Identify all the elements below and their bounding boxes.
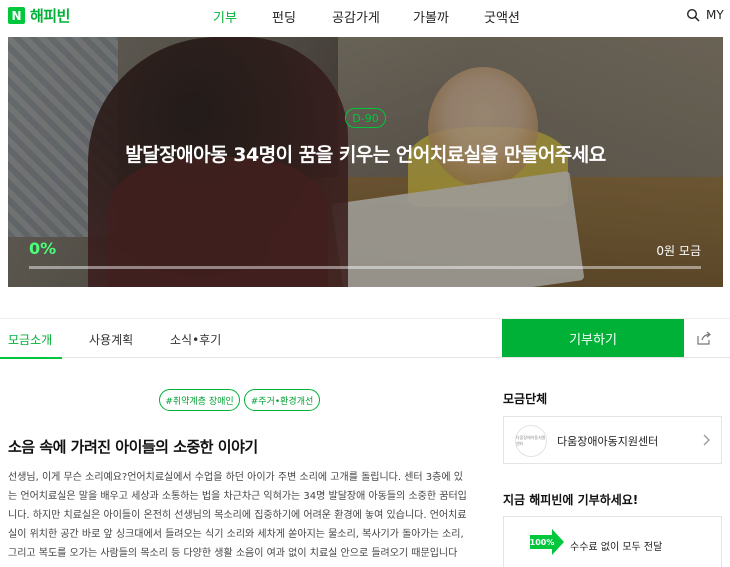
search-icon[interactable] bbox=[686, 8, 700, 22]
my-page-link[interactable]: MY bbox=[706, 8, 724, 22]
dday-badge: D-90 bbox=[345, 108, 386, 128]
share-button[interactable] bbox=[684, 319, 724, 357]
story-line: 실이 위치한 공간 바로 앞 싱크대에서 들려오는 식기 소리와 세차게 쏟아지… bbox=[8, 529, 464, 540]
top-header: N 해피빈 기부 펀딩 공감가게 가볼까 굿액션 MY bbox=[0, 0, 730, 33]
org-heading: 모금단체 bbox=[503, 392, 548, 406]
raised-amount: 0원 모금 bbox=[656, 244, 701, 258]
nav-item-store[interactable]: 공감가게 bbox=[332, 7, 380, 26]
chevron-right-icon bbox=[703, 434, 710, 446]
progress-bar bbox=[29, 266, 701, 269]
nav-item-funding[interactable]: 펀딩 bbox=[272, 7, 296, 26]
logo-text: 해피빈 bbox=[30, 7, 70, 25]
story-line: 니다. 하지만 치료실은 아이들이 온전히 선생님의 목소리에 집중하기에 어려… bbox=[8, 510, 467, 521]
story-line: 그리고 복도를 오가는 사람들의 목소리 등 다양한 생활 소음이 여과 없이 … bbox=[8, 548, 458, 559]
happybean-logo[interactable]: N 해피빈 bbox=[8, 5, 70, 26]
org-logo: 다움장애아동지원센터 bbox=[515, 425, 547, 457]
fee-text: 수수료 없이 모두 전달 bbox=[570, 542, 663, 553]
tag-environment[interactable]: #주거•환경개선 bbox=[244, 389, 320, 411]
tag-disabled[interactable]: #취약계층 장애인 bbox=[159, 389, 240, 411]
story-line: 선생님, 이게 무슨 소리예요?언어치료실에서 수업을 하던 아이가 주변 소리… bbox=[8, 472, 463, 483]
share-icon bbox=[697, 331, 711, 345]
org-name: 다움장애아동지원센터 bbox=[557, 435, 659, 448]
story-title: 소음 속에 가려진 아이들의 소중한 이야기 bbox=[8, 438, 258, 456]
main-nav: 기부 펀딩 공감가게 가볼까 굿액션 bbox=[0, 0, 730, 33]
hero-banner: D-90 발달장애아동 34명이 꿈을 키우는 언어치료실을 만들어주세요 0%… bbox=[8, 37, 723, 287]
active-tab-indicator bbox=[0, 357, 62, 359]
donate-now-heading: 지금 해피빈에 기부하세요! bbox=[503, 493, 639, 507]
tab-introduction[interactable]: 모금소개 bbox=[8, 331, 52, 348]
tab-news-reviews[interactable]: 소식•후기 bbox=[170, 331, 221, 348]
tab-usage-plan[interactable]: 사용계획 bbox=[89, 331, 133, 348]
naver-logo-badge: N bbox=[8, 7, 25, 24]
donate-button[interactable]: 기부하기 bbox=[502, 319, 684, 357]
story-line: 는 언어치료실은 말을 배우고 세상과 소통하는 법을 차근차근 익혀가는 34… bbox=[8, 491, 467, 502]
fee-free-card: 100% 수수료 없이 모두 전달 bbox=[503, 516, 722, 567]
story-body: 선생님, 이게 무슨 소리예요?언어치료실에서 수업을 하던 아이가 주변 소리… bbox=[8, 468, 480, 563]
nav-item-donate[interactable]: 기부 bbox=[213, 7, 237, 26]
progress-percent: 0% bbox=[29, 239, 57, 258]
nav-item-good-action[interactable]: 굿액션 bbox=[484, 7, 520, 26]
fee-badge-label: 100% bbox=[530, 538, 554, 547]
nav-item-visit[interactable]: 가볼까 bbox=[413, 7, 449, 26]
arrow-badge-icon: 100% bbox=[530, 529, 564, 555]
campaign-title: 발달장애아동 34명이 꿈을 키우는 언어치료실을 만들어주세요 bbox=[125, 144, 606, 166]
org-card[interactable]: 다움장애아동지원센터 다움장애아동지원센터 bbox=[503, 416, 722, 464]
